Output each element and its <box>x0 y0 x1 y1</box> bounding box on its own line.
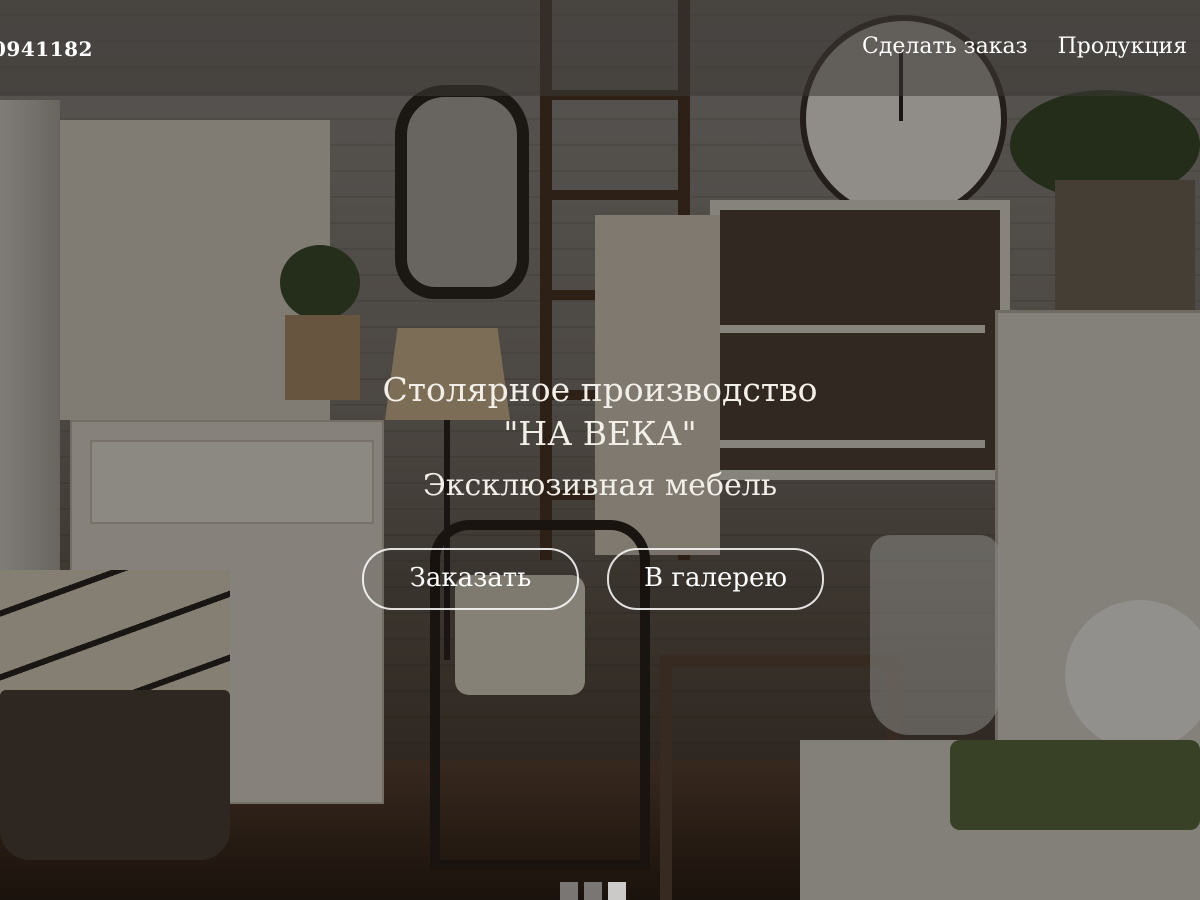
slider-dot[interactable] <box>608 882 626 900</box>
slider-dots <box>560 882 626 900</box>
hero-text: Столярное производство "НА ВЕКА" Эксклюз… <box>0 370 1200 506</box>
main-nav: Сделать заказ Продукция С <box>862 34 1200 59</box>
gallery-button[interactable]: В галерею <box>607 548 824 610</box>
slider-dot[interactable] <box>584 882 602 900</box>
hero-title-line2: "НА ВЕКА" <box>503 414 697 453</box>
phone-number[interactable]: 0941182 <box>0 37 93 61</box>
order-button[interactable]: Заказать <box>362 548 579 610</box>
site-header: 0941182 Сделать заказ Продукция С <box>0 0 1200 96</box>
nav-item-products[interactable]: Продукция <box>1058 34 1187 59</box>
nav-item-make-order[interactable]: Сделать заказ <box>862 34 1028 59</box>
hero-subtitle: Эксклюзивная мебель <box>422 468 778 503</box>
slider-dot[interactable] <box>560 882 578 900</box>
hero-title-line1: Столярное производство <box>382 370 818 409</box>
